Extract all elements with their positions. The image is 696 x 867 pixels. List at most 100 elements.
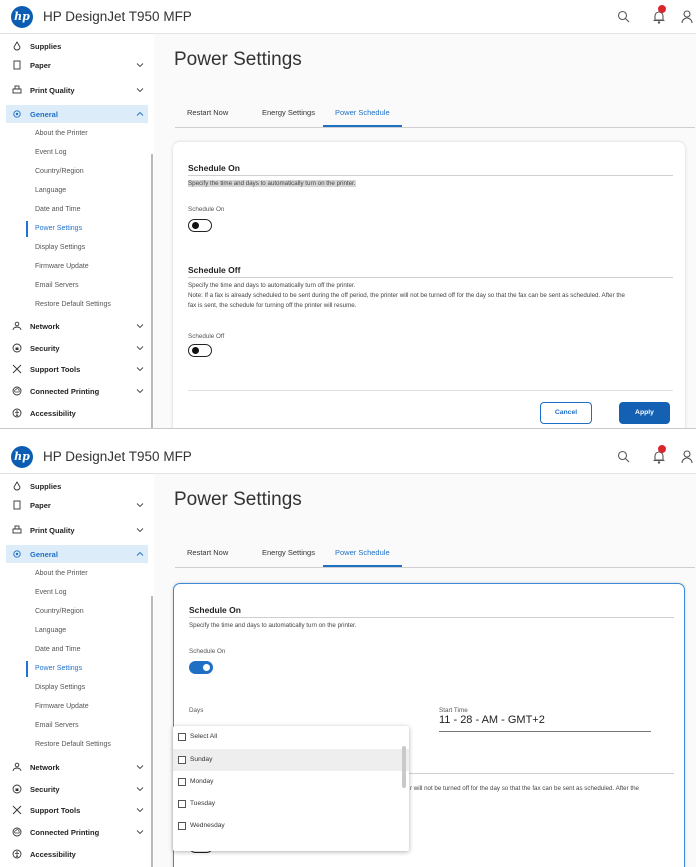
sidebar-item-connected-printing[interactable]: Connected Printing [0, 823, 148, 841]
chevron-up-icon [136, 111, 144, 116]
days-option-tuesday[interactable]: Tuesday [173, 793, 409, 815]
sidebar-item-label: General [30, 550, 58, 559]
accessibility-icon [12, 408, 22, 418]
sidebar-item-paper[interactable]: Paper [0, 56, 148, 74]
days-option-monday[interactable]: Monday [173, 771, 409, 793]
sidebar-item-general[interactable]: General [6, 105, 148, 123]
sidebar-subitem-email[interactable]: Email Servers [26, 278, 146, 294]
user-icon[interactable] [680, 448, 696, 466]
schedule-on-toggle[interactable] [189, 661, 213, 674]
sidebar-subitem-email[interactable]: Email Servers [26, 718, 146, 734]
sidebar-subitem-event-log[interactable]: Event Log [26, 585, 146, 601]
checkbox[interactable] [178, 756, 186, 764]
dropdown-scrollbar[interactable] [402, 746, 406, 788]
sidebar-item-supplies[interactable]: Supplies [0, 37, 148, 55]
sidebar-scrollbar[interactable] [151, 596, 153, 867]
apply-button[interactable]: Apply [619, 402, 670, 424]
network-icon [12, 762, 22, 772]
printer-icon [12, 85, 22, 94]
top-bar: hp HP DesignJet T950 MFP [0, 0, 696, 34]
sidebar-item-supplies[interactable]: Supplies [0, 477, 148, 495]
tab-power-schedule[interactable]: Power Schedule [323, 108, 402, 127]
sidebar-subitem-date-time[interactable]: Date and Time [26, 202, 146, 218]
sidebar-subitem-firmware[interactable]: Firmware Update [26, 699, 146, 715]
sidebar-item-connected-printing[interactable]: Connected Printing [0, 382, 148, 400]
sidebar-subitem-power-settings[interactable]: Power Settings [26, 221, 146, 237]
sidebar-subitem-restore[interactable]: Restore Default Settings [26, 297, 146, 313]
user-icon[interactable] [680, 8, 696, 26]
app-title: HP DesignJet T950 MFP [43, 9, 192, 24]
page-title: Power Settings [174, 49, 302, 70]
sidebar-subitem-restore[interactable]: Restore Default Settings [26, 737, 146, 753]
sidebar-subitem-power-settings[interactable]: Power Settings [26, 661, 146, 677]
schedule-off-description-line: fax is sent, the schedule for turning of… [188, 302, 357, 309]
days-option-select-all[interactable]: Select All [173, 726, 409, 748]
sidebar-subitem-about[interactable]: About the Printer [26, 566, 146, 582]
sidebar-item-general[interactable]: General [6, 545, 148, 563]
tab-energy-settings[interactable]: Energy Settings [250, 548, 327, 565]
chevron-down-icon [136, 63, 144, 68]
sidebar-item-accessibility[interactable]: Accessibility [0, 404, 148, 422]
sidebar-item-accessibility[interactable]: Accessibility [0, 845, 148, 863]
footer-divider [188, 390, 673, 391]
schedule-off-label: Schedule Off [188, 333, 225, 340]
sidebar-item-label: Connected Printing [30, 828, 100, 837]
sidebar: Supplies Paper Print Quality General Abo… [0, 474, 154, 867]
sidebar-item-print-quality[interactable]: Print Quality [0, 81, 148, 99]
tab-power-schedule[interactable]: Power Schedule [323, 548, 402, 567]
sidebar-subitem-language[interactable]: Language [26, 623, 146, 639]
sidebar-item-label: Supplies [30, 42, 62, 51]
sidebar-item-print-quality[interactable]: Print Quality [0, 521, 148, 539]
checkbox[interactable] [178, 822, 186, 830]
sidebar-subitem-display[interactable]: Display Settings [26, 240, 146, 256]
schedule-on-title: Schedule On [188, 163, 240, 173]
sidebar-subitem-country[interactable]: Country/Region [26, 604, 146, 620]
notification-badge [658, 5, 666, 13]
tab-energy-settings[interactable]: Energy Settings [250, 108, 327, 125]
option-label: Tuesday [190, 800, 216, 807]
search-icon[interactable] [615, 448, 633, 466]
sidebar-item-label: Support Tools [30, 365, 81, 374]
sidebar-item-security[interactable]: Security [0, 780, 148, 798]
cancel-button[interactable]: Cancel [540, 402, 592, 424]
sidebar-subitem-event-log[interactable]: Event Log [26, 145, 146, 161]
schedule-off-toggle[interactable] [188, 344, 212, 357]
sidebar-item-network[interactable]: Network [0, 758, 148, 776]
sidebar-subitem-language[interactable]: Language [26, 183, 146, 199]
checkbox[interactable] [178, 733, 186, 741]
gear-icon [13, 110, 21, 118]
chevron-down-icon [136, 367, 144, 372]
sidebar-item-label: Accessibility [30, 409, 76, 418]
checkbox[interactable] [178, 800, 186, 808]
sidebar-item-network[interactable]: Network [0, 317, 148, 335]
sidebar-scrollbar[interactable] [151, 154, 153, 428]
tab-restart-now[interactable]: Restart Now [175, 548, 240, 565]
chevron-down-icon [136, 528, 144, 533]
start-time-value[interactable]: 11 - 28 - AM - GMT+2 [439, 714, 545, 726]
lock-icon [12, 343, 22, 353]
option-label: Wednesday [190, 822, 225, 829]
sidebar-subitem-country[interactable]: Country/Region [26, 164, 146, 180]
checkbox[interactable] [178, 778, 186, 786]
section-divider [188, 175, 673, 176]
drop-icon [13, 481, 21, 491]
notification-badge [658, 445, 666, 453]
sidebar-item-support-tools[interactable]: Support Tools [0, 360, 148, 378]
section-divider [189, 617, 674, 618]
schedule-on-toggle[interactable] [188, 219, 212, 232]
sidebar-item-paper[interactable]: Paper [0, 496, 148, 514]
tab-restart-now[interactable]: Restart Now [175, 108, 240, 125]
sidebar-item-support-tools[interactable]: Support Tools [0, 801, 148, 819]
search-icon[interactable] [615, 8, 633, 26]
days-option-wednesday[interactable]: Wednesday [173, 815, 409, 837]
chevron-down-icon [136, 830, 144, 835]
sidebar-item-label: Security [30, 785, 60, 794]
paper-icon [13, 500, 21, 510]
days-option-sunday[interactable]: Sunday [173, 749, 409, 771]
sidebar-subitem-display[interactable]: Display Settings [26, 680, 146, 696]
sidebar-subitem-date-time[interactable]: Date and Time [26, 642, 146, 658]
sidebar-item-security[interactable]: Security [0, 339, 148, 357]
sidebar-subitem-about[interactable]: About the Printer [26, 126, 146, 142]
sidebar-subitem-firmware[interactable]: Firmware Update [26, 259, 146, 275]
gear-icon [13, 550, 21, 558]
